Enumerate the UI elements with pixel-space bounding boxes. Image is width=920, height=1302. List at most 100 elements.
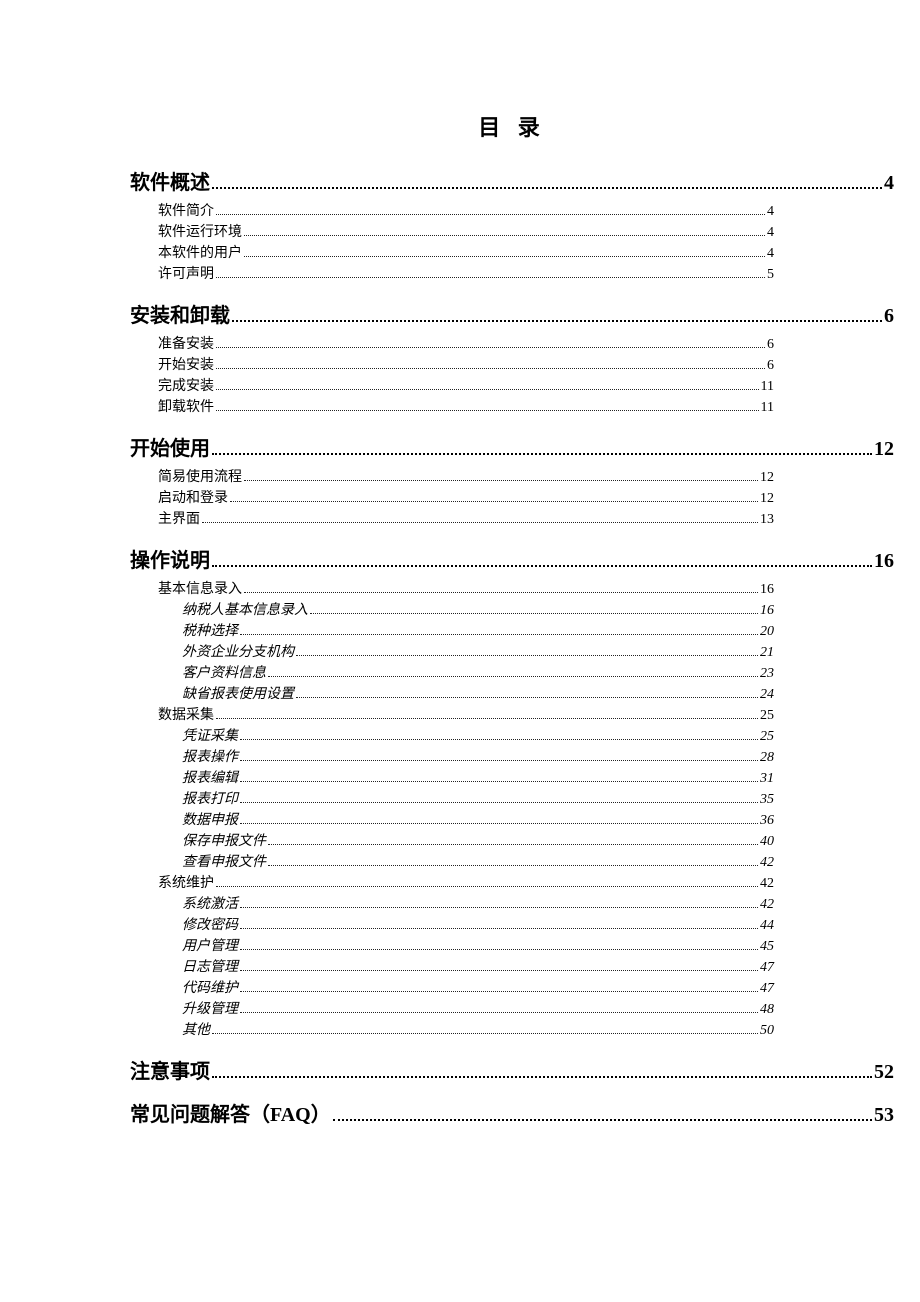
toc-section-label: 软件概述 — [130, 166, 210, 195]
toc-subsubsection[interactable]: 升级管理 48 — [158, 999, 774, 1020]
toc-subsubsection-page: 35 — [760, 789, 774, 810]
toc-subsubsection[interactable]: 报表打印 35 — [158, 789, 774, 810]
toc-subsubsection[interactable]: 纳税人基本信息录入 16 — [158, 600, 774, 621]
toc-subsubsection-page: 47 — [760, 978, 774, 999]
dot-leader — [216, 368, 765, 369]
toc-subsubsection-page: 16 — [760, 600, 774, 621]
toc-subsection[interactable]: 数据采集25 — [158, 705, 774, 726]
toc-subsection-page: 11 — [761, 397, 774, 418]
toc-section[interactable]: 常见问题解答（FAQ）53 — [130, 1098, 894, 1127]
toc-subsection-page: 12 — [760, 467, 774, 488]
dot-leader — [310, 613, 758, 614]
dot-leader — [212, 453, 872, 455]
toc-subsubsection-page: 36 — [760, 810, 774, 831]
toc-subsubsection[interactable]: 代码维护47 — [158, 978, 774, 999]
dot-leader — [230, 501, 758, 502]
toc-subsection-page: 4 — [767, 243, 774, 264]
toc-subsection[interactable]: 完成安装 11 — [158, 376, 774, 397]
toc-subsection-page: 4 — [767, 201, 774, 222]
toc-subsubsection-page: 25 — [760, 726, 774, 747]
toc-subsubsection[interactable]: 税种选择20 — [158, 621, 774, 642]
toc-subsection-label: 本软件的用户 — [158, 243, 242, 264]
toc-subsubsection[interactable]: 日志管理 47 — [158, 957, 774, 978]
toc-subsubsection[interactable]: 查看申报文件42 — [158, 852, 774, 873]
toc-subsubsection[interactable]: 报表编辑31 — [158, 768, 774, 789]
toc-subsection-page: 11 — [761, 376, 774, 397]
toc-subsubsection[interactable]: 其他 50 — [158, 1020, 774, 1041]
toc-subsubsection-label: 日志管理 — [182, 957, 238, 978]
toc-subsection[interactable]: 主界面13 — [158, 509, 774, 530]
toc-subsubsection[interactable]: 数据申报36 — [158, 810, 774, 831]
toc-subsubsection[interactable]: 凭证采集25 — [158, 726, 774, 747]
toc-subsection[interactable]: 系统维护42 — [158, 873, 774, 894]
toc-subsubsection-page: 47 — [760, 957, 774, 978]
toc-subsubsection[interactable]: 修改密码44 — [158, 915, 774, 936]
toc-subsection[interactable]: 准备安装6 — [158, 334, 774, 355]
toc-subsection-label: 软件简介 — [158, 201, 214, 222]
toc-subsection-label: 基本信息录入 — [158, 579, 242, 600]
toc-subsection[interactable]: 简易使用流程12 — [158, 467, 774, 488]
toc-section[interactable]: 安装和卸载6 — [130, 299, 894, 328]
toc-section-label: 安装和卸载 — [130, 299, 230, 328]
dot-leader — [202, 522, 758, 523]
toc-section[interactable]: 注意事项52 — [130, 1055, 894, 1084]
dot-leader — [216, 718, 758, 719]
dot-leader — [216, 886, 758, 887]
toc-subsection-label: 完成安装 — [158, 376, 214, 397]
toc-subsection[interactable]: 软件运行环境4 — [158, 222, 774, 243]
toc-subsubsection[interactable]: 客户资料信息23 — [158, 663, 774, 684]
toc-subsection[interactable]: 开始安装 6 — [158, 355, 774, 376]
toc-subsection[interactable]: 基本信息录入16 — [158, 579, 774, 600]
dot-leader — [240, 928, 758, 929]
toc-subsubsection-page: 45 — [760, 936, 774, 957]
toc-subsection[interactable]: 许可声明5 — [158, 264, 774, 285]
toc-subsection-label: 许可声明 — [158, 264, 214, 285]
toc-section[interactable]: 软件概述4 — [130, 166, 894, 195]
toc-subsection-page: 6 — [767, 355, 774, 376]
toc-subsection-label: 主界面 — [158, 509, 200, 530]
toc-subsubsection[interactable]: 保存申报文件40 — [158, 831, 774, 852]
toc-subsubsection-label: 报表打印 — [182, 789, 238, 810]
toc-subsection[interactable]: 软件简介 4 — [158, 201, 774, 222]
toc-subsubsection-label: 查看申报文件 — [182, 852, 266, 873]
toc-section-page: 16 — [874, 550, 894, 573]
toc-subsubsection-page: 31 — [760, 768, 774, 789]
toc-subsubsection[interactable]: 外资企业分支机构21 — [158, 642, 774, 663]
dot-leader — [240, 907, 758, 908]
toc-subsection-label: 开始安装 — [158, 355, 214, 376]
toc-subsubsection-label: 纳税人基本信息录入 — [182, 600, 308, 621]
toc-section-label: 开始使用 — [130, 432, 210, 461]
toc-subsection-page: 4 — [767, 222, 774, 243]
toc-subsubsection-label: 系统激活 — [182, 894, 238, 915]
dot-leader — [232, 320, 882, 322]
toc-subsubsection[interactable]: 缺省报表使用设置24 — [158, 684, 774, 705]
dot-leader — [240, 634, 758, 635]
dot-leader — [240, 739, 758, 740]
toc-subsubsection-label: 其他 — [182, 1020, 210, 1041]
toc-subsubsection-label: 缺省报表使用设置 — [182, 684, 294, 705]
toc-section[interactable]: 开始使用12 — [130, 432, 894, 461]
dot-leader — [212, 187, 882, 189]
dot-leader — [244, 480, 758, 481]
dot-leader — [244, 235, 765, 236]
toc-subsection[interactable]: 卸载软件11 — [158, 397, 774, 418]
page: 目 录 软件概述4软件简介4软件运行环境4本软件的用户4许可声明5安装和卸载6准… — [0, 0, 920, 1302]
toc-subsection[interactable]: 启动和登录12 — [158, 488, 774, 509]
dot-leader — [240, 991, 758, 992]
dot-leader — [216, 410, 759, 411]
toc-subsubsection[interactable]: 用户管理45 — [158, 936, 774, 957]
toc-subsubsection-page: 20 — [760, 621, 774, 642]
dot-leader — [240, 949, 758, 950]
toc-subsubsection[interactable]: 报表操作28 — [158, 747, 774, 768]
toc-section[interactable]: 操作说明16 — [130, 544, 894, 573]
toc-subsubsection-page: 48 — [760, 999, 774, 1020]
toc-subsubsection[interactable]: 系统激活 42 — [158, 894, 774, 915]
toc-subsubsection-label: 客户资料信息 — [182, 663, 266, 684]
toc-subsubsection-page: 42 — [760, 894, 774, 915]
toc-subsubsection-label: 升级管理 — [182, 999, 238, 1020]
toc-subsection[interactable]: 本软件的用户 4 — [158, 243, 774, 264]
toc-subsection-page: 42 — [760, 873, 774, 894]
dot-leader — [216, 277, 765, 278]
dot-leader — [240, 823, 758, 824]
toc-subsubsection-page: 50 — [760, 1020, 774, 1041]
